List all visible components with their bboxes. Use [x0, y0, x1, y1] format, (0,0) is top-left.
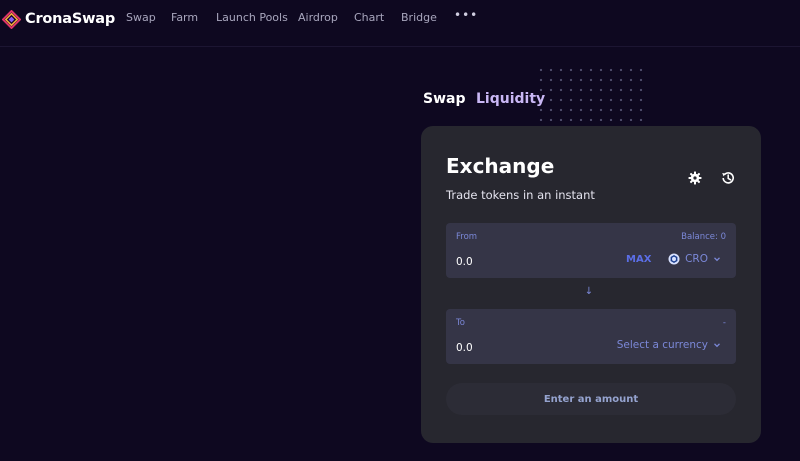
chevron-down-icon [714, 257, 720, 262]
chevron-down-icon [714, 343, 720, 348]
brand-name: CronaSwap [25, 11, 116, 27]
nav-item-farm[interactable]: Farm [171, 11, 198, 24]
enter-amount-button[interactable]: Enter an amount [446, 383, 736, 415]
to-amount-input[interactable] [456, 340, 596, 356]
tab-liquidity[interactable]: Liquidity [476, 91, 545, 107]
exchange-subtitle: Trade tokens in an instant [446, 188, 595, 202]
history-icon[interactable] [720, 170, 736, 186]
from-balance: Balance: 0 [681, 232, 726, 242]
from-currency-select[interactable]: CRO [668, 253, 721, 265]
to-currency-label: Select a currency [616, 339, 708, 351]
nav-item-airdrop[interactable]: Airdrop [298, 11, 338, 24]
exchange-card: Exchange Trade tokens in an instant From… [421, 126, 761, 443]
more-menu-icon[interactable]: ••• [454, 8, 478, 22]
cronaswap-logo-icon [2, 9, 21, 29]
cro-token-icon [668, 253, 680, 265]
exchange-title: Exchange [446, 154, 555, 178]
to-panel: To - Select a currency [446, 309, 736, 364]
nav-item-launch-pools[interactable]: Launch Pools [216, 11, 288, 24]
decorative-dot-grid [536, 65, 646, 121]
to-currency-select[interactable]: Select a currency [617, 339, 721, 351]
from-amount-input[interactable] [456, 254, 596, 270]
nav-item-bridge[interactable]: Bridge [401, 11, 437, 24]
top-nav: CronaSwap Swap Farm Launch Pools Airdrop… [0, 0, 800, 47]
nav-item-chart[interactable]: Chart [354, 11, 384, 24]
arrow-down-icon[interactable]: ↓ [584, 286, 594, 300]
gear-icon[interactable] [687, 170, 703, 186]
page: CronaSwap Swap Farm Launch Pools Airdrop… [0, 0, 800, 461]
from-panel: From Balance: 0 MAX CRO [446, 223, 736, 278]
max-button[interactable]: MAX [626, 254, 651, 265]
tab-swap[interactable]: Swap [423, 91, 466, 107]
nav-item-swap[interactable]: Swap [126, 11, 156, 24]
from-label: From [456, 232, 478, 242]
to-balance: - [722, 318, 726, 328]
from-currency-label: CRO [685, 253, 708, 265]
to-label: To [456, 318, 465, 328]
brand-logo[interactable]: CronaSwap [2, 7, 115, 31]
